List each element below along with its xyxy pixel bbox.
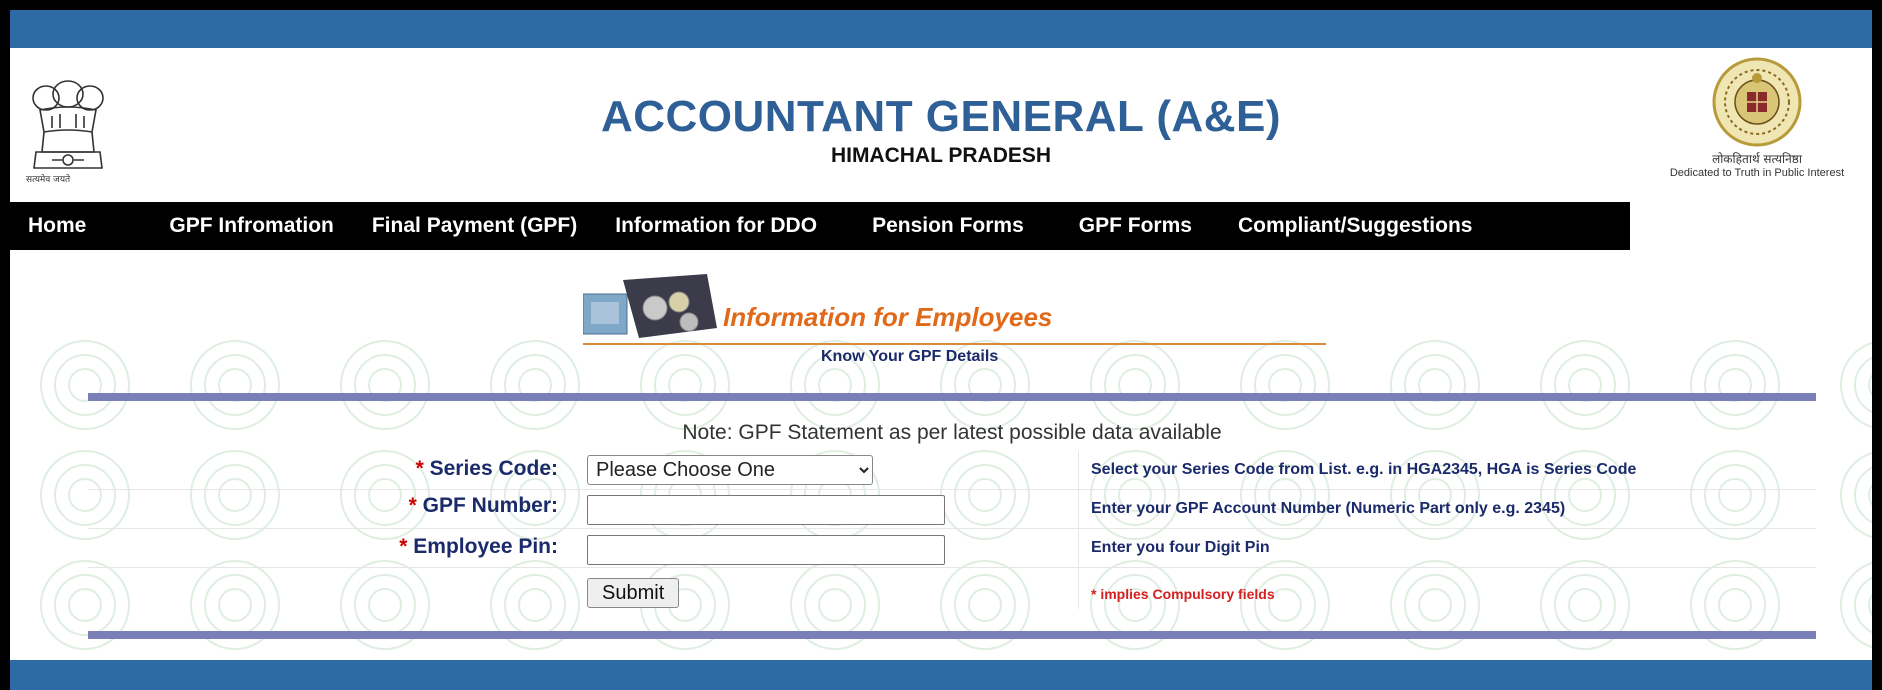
required-marker: * bbox=[415, 457, 424, 480]
svg-text:सत्यमेव जयते: सत्यमेव जयते bbox=[26, 173, 71, 185]
employee-pin-input[interactable] bbox=[587, 535, 945, 565]
site-subtitle: HIMACHAL PRADESH bbox=[830, 144, 1052, 167]
form-note: Note: GPF Statement as per latest possib… bbox=[682, 421, 1222, 444]
required-marker: * bbox=[408, 494, 417, 517]
nav-item-gpf-information[interactable]: GPF Infromation bbox=[169, 214, 334, 238]
form-grid: * Series Code: Please Choose One Select … bbox=[88, 451, 1816, 612]
nav-item-home[interactable]: Home bbox=[28, 214, 86, 238]
form-row-submit: Submit * implies Compulsory fields bbox=[88, 568, 1816, 612]
nav-item-gpf-forms[interactable]: GPF Forms bbox=[1079, 214, 1192, 238]
series-code-label: * Series Code: bbox=[415, 457, 558, 480]
form-row-series-code: * Series Code: Please Choose One Select … bbox=[88, 451, 1816, 490]
gpf-number-label: * GPF Number: bbox=[408, 494, 558, 517]
employees-banner: Information for Employees Know Your GPF … bbox=[583, 272, 1343, 365]
cag-emblem: लोकहितार्थ सत्यनिष्ठा Dedicated to Truth… bbox=[1664, 56, 1850, 190]
gpf-number-input[interactable] bbox=[587, 495, 945, 525]
header-title-block: ACCOUNTANT GENERAL (A&E) HIMACHAL PRADES… bbox=[10, 92, 1872, 168]
banner-underline bbox=[583, 343, 1326, 345]
form-row-gpf-number: * GPF Number: Enter your GPF Account Num… bbox=[88, 490, 1816, 529]
series-code-select[interactable]: Please Choose One bbox=[587, 455, 873, 485]
footer-bar bbox=[10, 660, 1872, 690]
compulsory-fields-note: * implies Compulsory fields bbox=[1091, 586, 1275, 602]
employee-pin-label: * Employee Pin: bbox=[399, 535, 558, 558]
site-header: सत्यमेव जयते ACCOUNTANT GENERAL (A&E) HI… bbox=[10, 48, 1872, 202]
cag-seal-logo bbox=[1712, 57, 1802, 147]
employee-pin-help: Enter you four Digit Pin bbox=[1091, 539, 1270, 556]
nav-item-compliant-suggestions[interactable]: Compliant/Suggestions bbox=[1238, 214, 1473, 238]
required-marker: * bbox=[399, 535, 408, 558]
submit-button[interactable]: Submit bbox=[587, 578, 680, 608]
page-frame: सत्यमेव जयते ACCOUNTANT GENERAL (A&E) HI… bbox=[10, 10, 1872, 690]
cag-hindi-caption: लोकहितार्थ सत्यनिष्ठा bbox=[1712, 152, 1802, 166]
series-code-help: Select your Series Code from List. e.g. … bbox=[1091, 461, 1637, 478]
panel-bottom-bar bbox=[88, 631, 1816, 639]
cag-english-caption: Dedicated to Truth in Public Interest bbox=[1669, 167, 1845, 179]
banner-title: Information for Employees bbox=[723, 302, 1053, 332]
form-row-employee-pin: * Employee Pin: Enter you four Digit Pin bbox=[88, 529, 1816, 568]
banner-subtitle: Know Your GPF Details bbox=[821, 348, 999, 365]
banner-coins-image bbox=[583, 274, 717, 338]
panel-top-bar bbox=[88, 393, 1816, 401]
nav-item-information-for-ddo[interactable]: Information for DDO bbox=[615, 214, 817, 238]
main-content: Information for Employees Know Your GPF … bbox=[10, 250, 1872, 660]
nav-item-pension-forms[interactable]: Pension Forms bbox=[872, 214, 1024, 238]
top-bar bbox=[10, 10, 1872, 48]
gpf-form-panel: Note: GPF Statement as per latest possib… bbox=[88, 393, 1816, 639]
gpf-number-help: Enter your GPF Account Number (Numeric P… bbox=[1091, 500, 1566, 517]
nav-item-final-payment-gpf[interactable]: Final Payment (GPF) bbox=[372, 214, 577, 238]
site-title: ACCOUNTANT GENERAL (A&E) bbox=[600, 92, 1282, 141]
main-nav: Home GPF Infromation Final Payment (GPF)… bbox=[10, 202, 1630, 250]
